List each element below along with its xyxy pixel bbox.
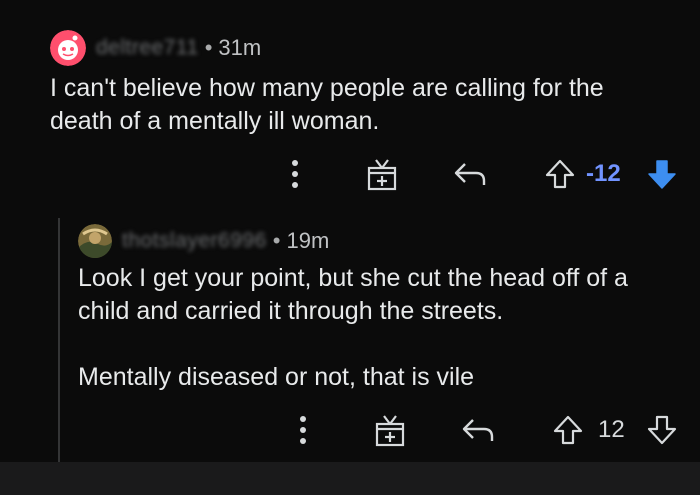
- username[interactable]: thotslayer6996: [122, 229, 267, 253]
- vote-score: 12: [598, 416, 625, 443]
- username[interactable]: deltree711: [96, 36, 199, 60]
- upvote-arrow-icon: [553, 415, 583, 445]
- vote-score: -12: [586, 160, 621, 187]
- gift-icon: [367, 159, 397, 191]
- reddit-snoo-avatar-icon: [50, 30, 86, 66]
- upvote-button[interactable]: [540, 154, 580, 194]
- more-options-icon: [292, 160, 298, 188]
- downvote-button[interactable]: [642, 154, 682, 194]
- upvote-arrow-icon: [545, 159, 575, 189]
- comment-meta: thotslayer6996 • 19m: [78, 224, 329, 258]
- more-options-icon: [300, 416, 306, 444]
- comment-2: thotslayer6996 • 19m Look I get your poi…: [0, 210, 700, 462]
- downvote-arrow-icon: [648, 160, 676, 189]
- gift-icon: [375, 415, 405, 447]
- timestamp: 19m: [286, 228, 330, 253]
- comment-meta: deltree711 • 31m: [50, 30, 261, 66]
- reply-button[interactable]: [456, 410, 500, 450]
- more-options-button[interactable]: [282, 156, 308, 192]
- comment-1: deltree711 • 31m I can't believe how man…: [0, 0, 700, 210]
- downvote-button[interactable]: [642, 410, 682, 450]
- avatar[interactable]: [50, 30, 86, 66]
- give-award-button[interactable]: [370, 410, 410, 450]
- give-award-button[interactable]: [362, 154, 402, 194]
- upvote-button[interactable]: [548, 410, 588, 450]
- separator-dot: •: [204, 35, 213, 60]
- separator-dot: •: [272, 228, 281, 253]
- reply-button[interactable]: [448, 154, 492, 194]
- more-options-button[interactable]: [290, 412, 316, 448]
- downvote-arrow-icon: [647, 415, 677, 445]
- avatar[interactable]: [78, 224, 112, 258]
- reply-icon: [454, 163, 486, 185]
- comment-body: Look I get your point, but she cut the h…: [78, 264, 628, 391]
- bottom-divider-bar: [0, 462, 700, 495]
- reply-icon: [462, 419, 494, 441]
- user-photo-avatar-icon: [78, 224, 112, 258]
- comment-body: I can't believe how many people are call…: [50, 74, 604, 135]
- timestamp: 31m: [218, 35, 262, 60]
